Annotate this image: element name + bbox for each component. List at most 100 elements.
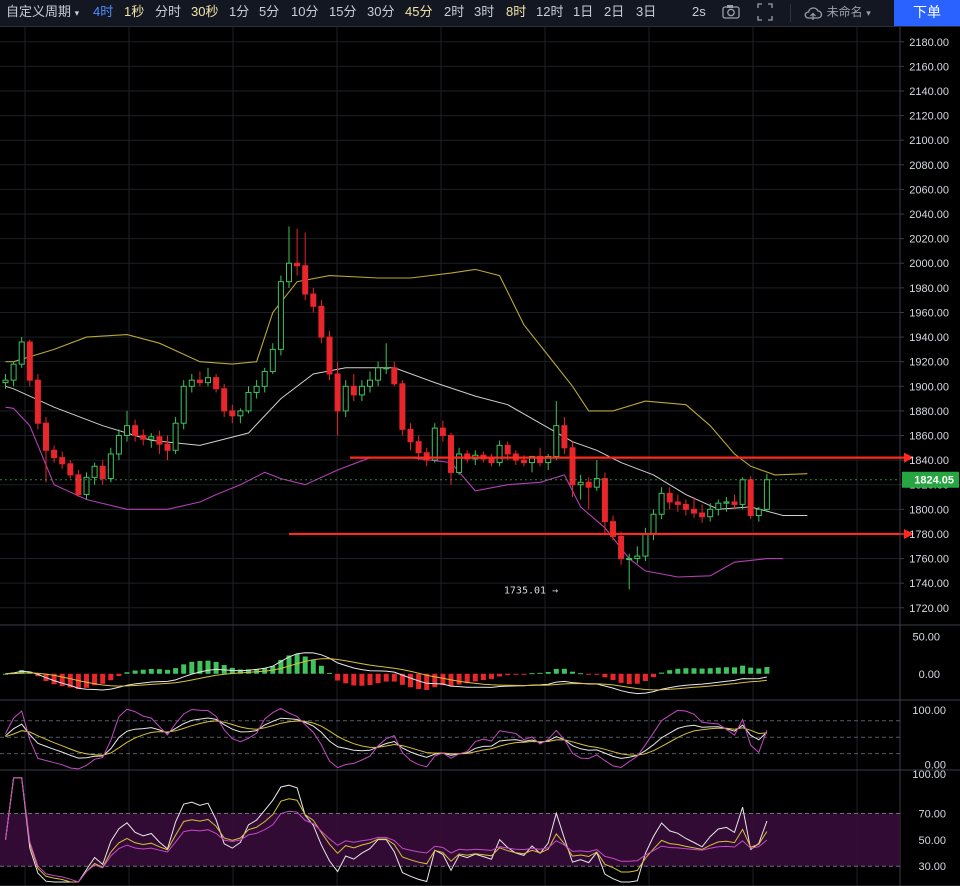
- macd-histogram-bar: [205, 660, 211, 674]
- candle-body: [34, 379, 41, 424]
- macd-histogram-bar: [456, 673, 462, 685]
- candle-body: [245, 391, 252, 412]
- macd-histogram-bar: [578, 673, 584, 675]
- candle-body: [496, 444, 503, 464]
- interval-分时[interactable]: 分时: [155, 0, 181, 26]
- candle-body: [91, 465, 98, 478]
- price-tick-label: 1740.00: [909, 578, 949, 590]
- macd-histogram-bar: [156, 669, 162, 674]
- interval-30秒[interactable]: 30秒: [191, 0, 218, 26]
- candle-body: [326, 336, 333, 375]
- macd-dif-line: [5, 652, 767, 695]
- candle-body: [561, 425, 568, 449]
- price-tick-label: 2140.00: [909, 86, 949, 98]
- candle-body: [415, 441, 422, 454]
- interval-45分[interactable]: 45分: [405, 0, 432, 26]
- macd-histogram-bar: [302, 656, 308, 674]
- macd-histogram-bar: [537, 672, 543, 674]
- candle-body: [367, 379, 373, 387]
- macd-histogram-bar: [699, 668, 705, 674]
- interval-1秒[interactable]: 1秒: [124, 0, 144, 26]
- camera-icon[interactable]: [721, 0, 741, 26]
- macd-histogram-bar: [675, 668, 681, 674]
- macd-histogram-bar: [383, 673, 389, 682]
- candle-body: [213, 377, 220, 390]
- macd-histogram-bar: [570, 671, 575, 674]
- macd-histogram-bar: [715, 667, 721, 674]
- chevron-down-icon: ▾: [74, 8, 80, 18]
- macd-histogram-bar: [594, 673, 600, 675]
- candle-body: [237, 410, 244, 417]
- candle-body: [269, 348, 276, 373]
- bollinger-mid-line: [5, 367, 808, 516]
- macd-histogram-bar: [748, 667, 754, 674]
- candle-body: [391, 367, 398, 385]
- interval-30分[interactable]: 30分: [367, 0, 394, 26]
- price-tick-label: 1900.00: [909, 381, 949, 393]
- interval-2日[interactable]: 2日: [604, 0, 624, 26]
- candle-body: [723, 501, 730, 504]
- interval-15分[interactable]: 15分: [329, 0, 356, 26]
- macd-histogram-bar: [189, 661, 195, 674]
- candle-body: [43, 422, 49, 451]
- rsi-tick-label: 30.00: [918, 861, 946, 873]
- candle-body: [674, 501, 681, 505]
- candle-body: [658, 492, 665, 515]
- candle-body: [277, 281, 284, 350]
- interval-5分[interactable]: 5分: [259, 0, 279, 26]
- price-tick-label: 2020.00: [909, 234, 949, 246]
- price-tick-label: 1780.00: [909, 529, 949, 541]
- layout-name-button[interactable]: 未命名 ▾: [803, 0, 871, 26]
- macd-histogram-bar: [610, 673, 616, 681]
- interval-12时[interactable]: 12时: [536, 0, 563, 26]
- price-tick-label: 1960.00: [909, 307, 949, 319]
- macd-histogram-bar: [756, 668, 762, 674]
- macd-histogram-bar: [683, 668, 689, 674]
- place-order-button[interactable]: 下单: [894, 0, 960, 26]
- candle-body: [707, 508, 714, 518]
- bollinger-lower-line: [5, 406, 784, 578]
- bollinger-bands: [5, 268, 808, 578]
- interval-3时[interactable]: 3时: [474, 0, 494, 26]
- candle-body: [318, 305, 325, 338]
- candle-body: [504, 444, 511, 455]
- price-tick-label: 1940.00: [909, 332, 949, 344]
- interval-1分[interactable]: 1分: [229, 0, 249, 26]
- interval-10分[interactable]: 10分: [291, 0, 318, 26]
- price-tick-label: 2000.00: [909, 258, 949, 270]
- candle-body: [51, 449, 58, 459]
- price-axis[interactable]: 1720.001740.001760.001780.001800.001820.…: [900, 37, 959, 873]
- custom-period-dropdown[interactable]: 自定义周期 ▾: [6, 0, 79, 26]
- candle-body: [221, 388, 228, 412]
- fullscreen-icon[interactable]: [756, 0, 774, 26]
- macd-histogram-bar: [659, 672, 665, 674]
- price-tick-label: 1980.00: [909, 283, 949, 295]
- price-chart[interactable]: 1735.01 → 1720.00 1740.00 1760.00 1780.00 18…: [0, 27, 960, 886]
- macd-histogram-bar: [561, 668, 567, 674]
- kdj-j-line: [5, 707, 768, 770]
- macd-histogram-bar: [480, 673, 486, 681]
- kdj-tick-label: 100.00: [912, 705, 946, 717]
- interval-1日[interactable]: 1日: [573, 0, 593, 26]
- interval-3日[interactable]: 3日: [636, 0, 656, 26]
- candle-body: [115, 435, 122, 455]
- chart-toolbar: 自定义周期 ▾ 4时 1秒 分时 30秒 1分 5分 10分 15分 30分 45分 2时 3时 8时 1…: [0, 0, 960, 27]
- macd-histogram-bar: [634, 673, 640, 684]
- rsi-tick-label: 50.00: [918, 835, 946, 847]
- candle-body: [699, 512, 706, 518]
- macd-histogram-bar: [318, 665, 324, 674]
- macd-histogram-bar: [148, 668, 154, 674]
- macd-histogram-bar: [691, 668, 697, 674]
- price-tick-label: 2120.00: [909, 111, 949, 123]
- refresh-interval[interactable]: 2s: [692, 0, 706, 26]
- horizontal-lines[interactable]: 1735.01 →: [0, 452, 914, 597]
- macd-histogram-bar: [100, 673, 106, 684]
- candle-body: [229, 410, 236, 417]
- interval-8时[interactable]: 8时: [506, 0, 526, 26]
- interval-2时[interactable]: 2时: [444, 0, 464, 26]
- candle-body: [569, 447, 576, 486]
- interval-4时[interactable]: 4时: [93, 0, 113, 26]
- cloud-icon: [803, 4, 827, 20]
- kdj-d-line: [5, 720, 767, 756]
- macd-histogram-bar: [651, 673, 656, 678]
